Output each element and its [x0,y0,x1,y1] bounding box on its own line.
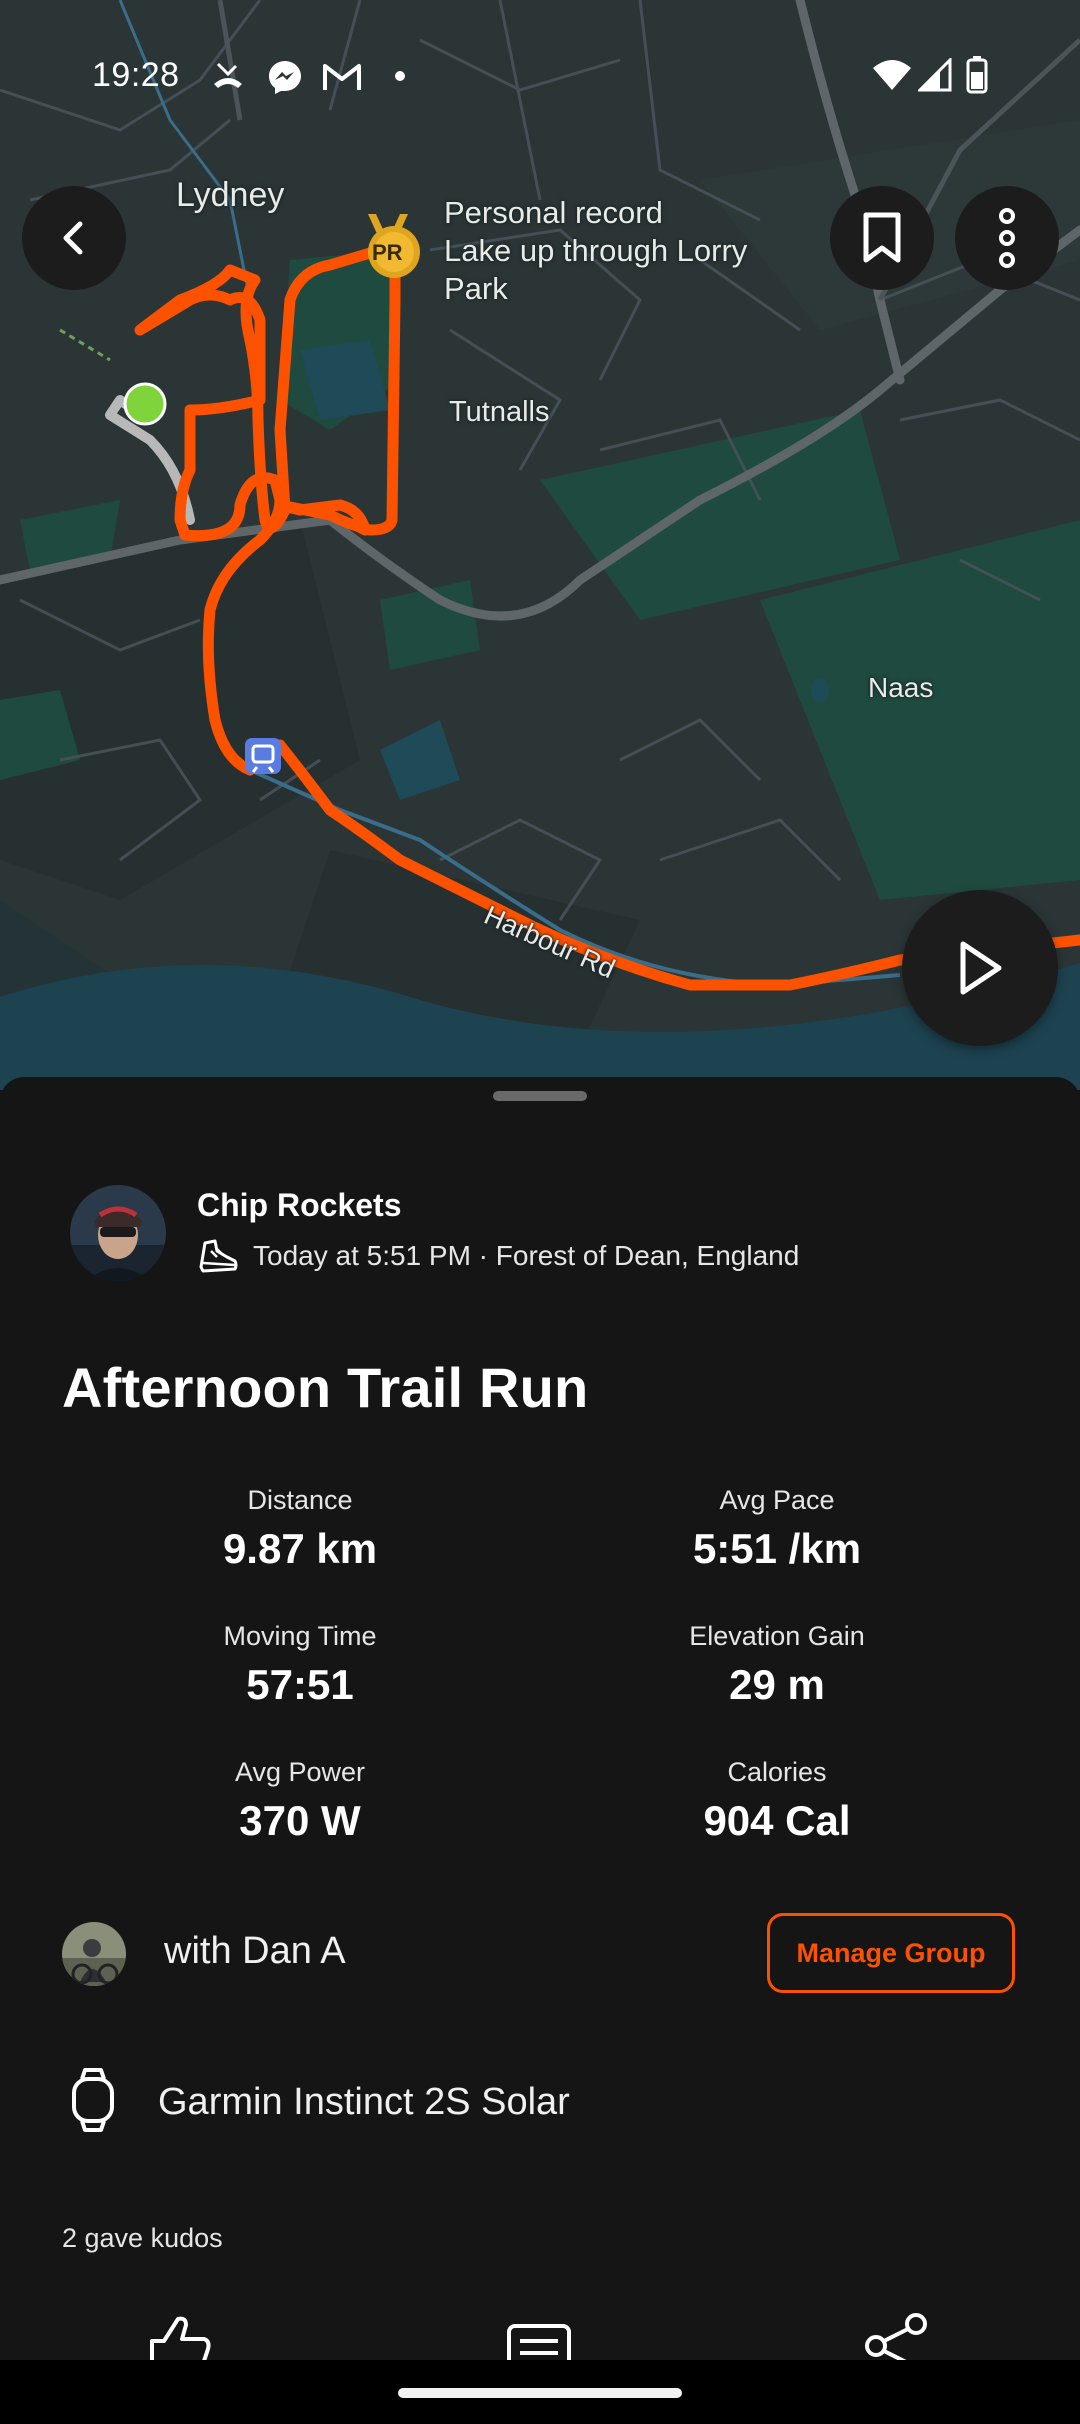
sheet-drag-handle[interactable] [493,1091,587,1101]
bookmark-button[interactable] [830,186,934,290]
activity-meta-text: Today at 5:51 PM · Forest of Dean, Engla… [253,1240,800,1271]
route-map[interactable]: PR Lydney Personal record Lake up throug… [0,0,1080,1090]
manage-group-button[interactable]: Manage Group [767,1913,1015,1993]
stat-label: Elevation Gain [689,1621,865,1651]
stat-value: 5:51 /km [692,1525,862,1572]
train-station-icon [245,738,281,774]
share-icon[interactable] [864,2311,930,2361]
stat-distance: Distance 9.87 km [90,1483,510,1577]
stat-label: Moving Time [223,1621,377,1651]
athlete-avatar[interactable] [70,1185,166,1281]
stat-label: Calories [727,1757,827,1787]
more-options-button[interactable] [955,186,1059,290]
stat-value: 57:51 [246,1661,354,1708]
bookmark-icon [863,212,901,263]
stat-value: 904 Cal [703,1797,851,1844]
device-name[interactable]: Garmin Instinct 2S Solar [158,2081,570,2124]
running-shoe-icon [199,1239,238,1273]
activity-title: Afternoon Trail Run [62,1356,589,1419]
home-gesture-handle[interactable] [398,2388,682,2398]
status-time: 19:28 [92,56,180,94]
stat-value: 370 W [239,1797,361,1844]
activity-details-sheet: Chip Rockets Today at 5:51 PM · Forest o… [0,1077,1080,2424]
group-member-avatar[interactable] [62,1922,126,1986]
activity-screen: PR Lydney Personal record Lake up throug… [0,0,1080,2424]
missed-call-icon [214,62,242,88]
status-bar: 19:28 [0,0,1080,150]
map-label-pr-3: Park [444,271,508,306]
kudos-count[interactable]: 2 gave kudos [62,2223,223,2254]
gmail-icon [323,64,361,90]
group-with-text[interactable]: with Dan A [164,1930,346,1973]
stat-label: Distance [247,1485,353,1515]
map-label-area-1: Tutnalls [449,396,550,428]
map-label-area-2: Naas [868,672,934,703]
stat-label: Avg Power [234,1757,366,1787]
cell-signal-icon [918,58,952,92]
pr-badge-text: PR [372,240,403,265]
kudos-thumbs-up-icon[interactable] [148,2315,212,2361]
flyover-play-button[interactable] [902,890,1058,1046]
stat-avg-pace: Avg Pace 5:51 /km [567,1483,987,1577]
stat-elevation-gain: Elevation Gain 29 m [567,1619,987,1713]
start-marker [123,382,167,426]
stat-value: 29 m [729,1661,825,1708]
map-label-town: Lydney [176,176,285,214]
map-label-pr-1: Personal record [444,195,663,230]
activity-meta: Today at 5:51 PM · Forest of Dean, Engla… [197,1237,799,1275]
back-button[interactable] [22,186,126,290]
athlete-name[interactable]: Chip Rockets [197,1187,401,1224]
stat-label: Avg Pace [719,1485,835,1515]
wifi-icon [873,60,911,90]
stat-value: 9.87 km [222,1525,378,1572]
more-vertical-icon [999,208,1015,268]
stat-calories: Calories 904 Cal [567,1755,987,1849]
battery-icon [966,56,988,94]
chevron-left-icon [63,221,83,255]
play-icon [960,941,1002,995]
map-label-pr-2: Lake up through Lorry [444,233,748,268]
notification-dot-icon [395,71,405,81]
messenger-icon [269,61,301,94]
comment-icon[interactable] [506,2323,572,2361]
stat-moving-time: Moving Time 57:51 [90,1619,510,1713]
watch-icon [72,2068,114,2132]
stat-avg-power: Avg Power 370 W [90,1755,510,1849]
